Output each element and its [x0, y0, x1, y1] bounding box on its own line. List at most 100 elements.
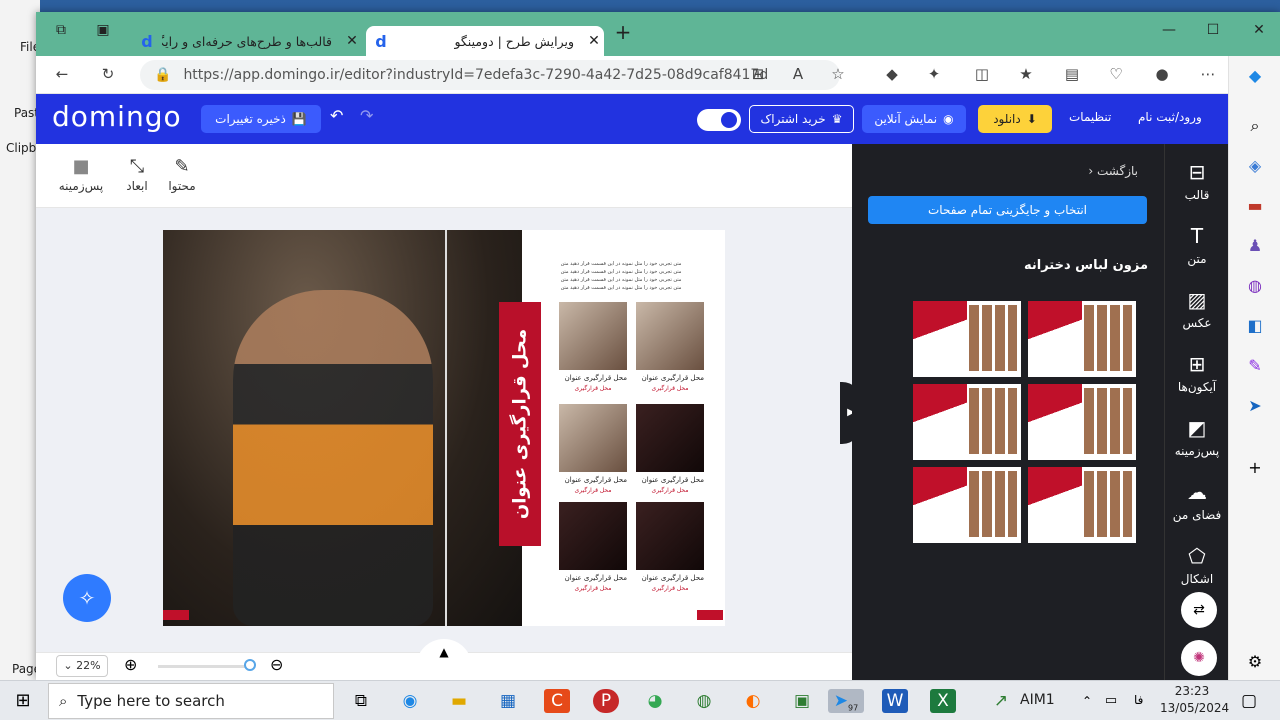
background-tool[interactable]: ■ پس‌زمینه — [56, 156, 106, 193]
dark-mode-toggle[interactable] — [697, 109, 741, 131]
body-text[interactable]: متن تجربی خود را مثل نمونه در این قسمت ق… — [535, 260, 707, 292]
collections-icon[interactable]: ▤ — [1060, 65, 1084, 83]
office-icon[interactable]: ◍ — [1243, 276, 1267, 295]
tab-templates[interactable]: d قالب‌ها و طرح‌های حرفه‌ای و رایگان ✕ — [132, 26, 362, 56]
back-link[interactable]: بازگشت ‹ — [1088, 164, 1138, 178]
sidebar-item-background[interactable]: ◩ پس‌زمینه — [1165, 416, 1229, 458]
read-aloud-icon[interactable]: A — [786, 65, 810, 83]
copilot-icon[interactable]: ◆ — [1243, 66, 1267, 85]
grid-item[interactable]: محل قرارگیری عنوان محل قرارگیری — [559, 502, 627, 592]
select-all-pages-button[interactable]: انتخاب و جایگزینی تمام صفحات — [868, 196, 1147, 224]
windows-start-icon[interactable]: ⊞ — [10, 689, 36, 713]
more-icon[interactable]: ⋯ — [1196, 65, 1220, 83]
clock[interactable]: 23:23 13/05/2024 — [1160, 683, 1229, 717]
edge-icon[interactable]: ◉ — [397, 689, 423, 713]
zoom-select[interactable]: ⌄ 22% — [56, 655, 108, 677]
file-explorer-icon[interactable]: ▬ — [446, 689, 472, 713]
send-icon[interactable]: ➤ — [1243, 396, 1267, 415]
template-thumbnail[interactable] — [913, 467, 1021, 543]
add-icon[interactable]: + — [1243, 458, 1267, 477]
save-button[interactable]: 💾 ذخیره تغییرات — [201, 105, 321, 133]
store-icon[interactable]: ▦ — [495, 689, 521, 713]
content-tool[interactable]: ✎ محتوا — [157, 156, 207, 193]
sidebar-item-text[interactable]: T متن — [1165, 224, 1229, 266]
taskbar-search[interactable]: ⌕ Type here to search — [48, 683, 334, 719]
template-thumbnail[interactable] — [913, 301, 1021, 377]
undo-icon[interactable]: ↶ — [330, 106, 343, 125]
word-icon[interactable]: W — [882, 689, 908, 713]
buy-subscription-button[interactable]: ♛ خرید اشتراک — [749, 105, 854, 133]
ai-brain-icon[interactable]: ✺ — [1181, 640, 1217, 676]
aim-label[interactable]: AIM1 — [1020, 692, 1055, 708]
notifications-icon[interactable]: ▢ — [1236, 689, 1262, 713]
settings-icon[interactable]: ⚙ — [1243, 652, 1267, 671]
excel-icon[interactable]: X — [930, 689, 956, 713]
grid-item[interactable]: محل قرارگیری عنوان محل قرارگیری — [636, 404, 704, 494]
refresh-icon[interactable]: ↻ — [96, 65, 120, 83]
shopping-icon[interactable]: ◈ — [1243, 156, 1267, 175]
template-thumbnail[interactable] — [1028, 301, 1136, 377]
redo-icon[interactable]: ↷ — [360, 106, 373, 125]
canva-app-icon[interactable]: C — [544, 689, 570, 713]
games-icon[interactable]: ♟ — [1243, 236, 1267, 255]
cover-photo[interactable] — [163, 230, 522, 626]
zoom-slider-handle[interactable] — [244, 659, 256, 671]
workspaces-icon[interactable]: ⧉ — [46, 22, 76, 38]
sidebar-item-icons[interactable]: ⊞ آیکون‌ها — [1165, 352, 1229, 394]
tools-icon[interactable]: ▬ — [1243, 196, 1267, 215]
back-icon[interactable]: ← — [50, 65, 74, 83]
app-icon[interactable]: ▣ — [789, 689, 815, 713]
firefox-icon[interactable]: ◐ — [740, 689, 766, 713]
globe-icon[interactable]: ◍ — [691, 689, 717, 713]
domingo-logo[interactable]: domingo — [52, 100, 182, 133]
copilot-icon[interactable]: ◆ — [880, 65, 904, 83]
language-indicator[interactable]: فا — [1134, 693, 1143, 707]
favorites-icon[interactable]: ★ — [1014, 65, 1038, 83]
search-icon[interactable]: ⌕ — [1243, 116, 1267, 136]
profile-icon[interactable]: ● — [1150, 65, 1174, 83]
show-hidden-icons-icon[interactable]: ⌃ — [1074, 689, 1100, 713]
template-thumbnail[interactable] — [1028, 467, 1136, 543]
login-link[interactable]: ورود/ثبت نام — [1138, 110, 1202, 124]
settings-link[interactable]: تنظیمات — [1069, 110, 1111, 124]
sidebar-item-shapes[interactable]: ⬠ اشکال — [1165, 544, 1229, 586]
performance-icon[interactable]: ♡ — [1104, 65, 1128, 83]
close-tab-icon[interactable]: ✕ — [584, 33, 604, 49]
template-thumbnail[interactable] — [913, 384, 1021, 460]
grid-item[interactable]: محل قرارگیری عنوان محل قرارگیری — [636, 502, 704, 592]
url-field[interactable]: 🔒 https://app.domingo.ir/editor?industry… — [140, 60, 840, 90]
zoom-in-icon[interactable]: ⊕ — [124, 655, 137, 674]
download-button[interactable]: ⬇ دانلود — [978, 105, 1052, 133]
grid-item[interactable]: محل قرارگیری عنوان محل قرارگیری — [559, 404, 627, 494]
grid-item[interactable]: محل قرارگیری عنوان محل قرارگیری — [636, 302, 704, 392]
dimensions-tool[interactable]: ⤡ ابعاد — [112, 156, 162, 193]
chrome-icon[interactable]: ◕ — [642, 689, 668, 713]
translate-icon[interactable]: ⇄ — [1181, 592, 1217, 628]
magic-wand-button[interactable]: ✧ — [63, 574, 111, 622]
split-screen-icon[interactable]: ◫ — [970, 65, 994, 83]
app-available-icon[interactable]: ⊞ — [746, 65, 770, 83]
zoom-slider[interactable] — [158, 665, 250, 668]
favorite-icon[interactable]: ☆ — [826, 65, 850, 83]
telegram-icon[interactable]: ➤97 — [828, 689, 864, 713]
tab-actions-icon[interactable]: ▣ — [88, 22, 118, 38]
minimize-icon[interactable]: — — [1154, 22, 1184, 38]
sidebar-item-image[interactable]: ▨ عکس — [1165, 288, 1229, 330]
new-tab-icon[interactable]: + — [608, 20, 638, 44]
designer-icon[interactable]: ✎ — [1243, 356, 1267, 375]
extensions-icon[interactable]: ✦ — [922, 65, 946, 83]
sidebar-item-my-space[interactable]: ☁ فضای من — [1165, 480, 1229, 522]
maximize-icon[interactable]: ☐ — [1198, 22, 1228, 38]
close-tab-icon[interactable]: ✕ — [342, 33, 362, 49]
task-view-icon[interactable]: ⧉ — [348, 689, 374, 713]
live-preview-button[interactable]: ◉ نمایش آنلاین — [862, 105, 966, 133]
template-thumbnail[interactable] — [1028, 384, 1136, 460]
zoom-out-icon[interactable]: ⊖ — [270, 655, 283, 674]
outlook-icon[interactable]: ◧ — [1243, 316, 1267, 335]
powerpoint-icon[interactable]: P — [593, 689, 619, 713]
title-banner[interactable]: محل قرارگیری عنوان — [499, 302, 541, 546]
tab-editor[interactable]: d ویرایش طرح | دومینگو ✕ — [366, 26, 604, 56]
close-window-icon[interactable]: ✕ — [1244, 22, 1274, 38]
grid-item[interactable]: محل قرارگیری عنوان محل قرارگیری — [559, 302, 627, 392]
battery-icon[interactable]: ▭ — [1098, 689, 1124, 713]
